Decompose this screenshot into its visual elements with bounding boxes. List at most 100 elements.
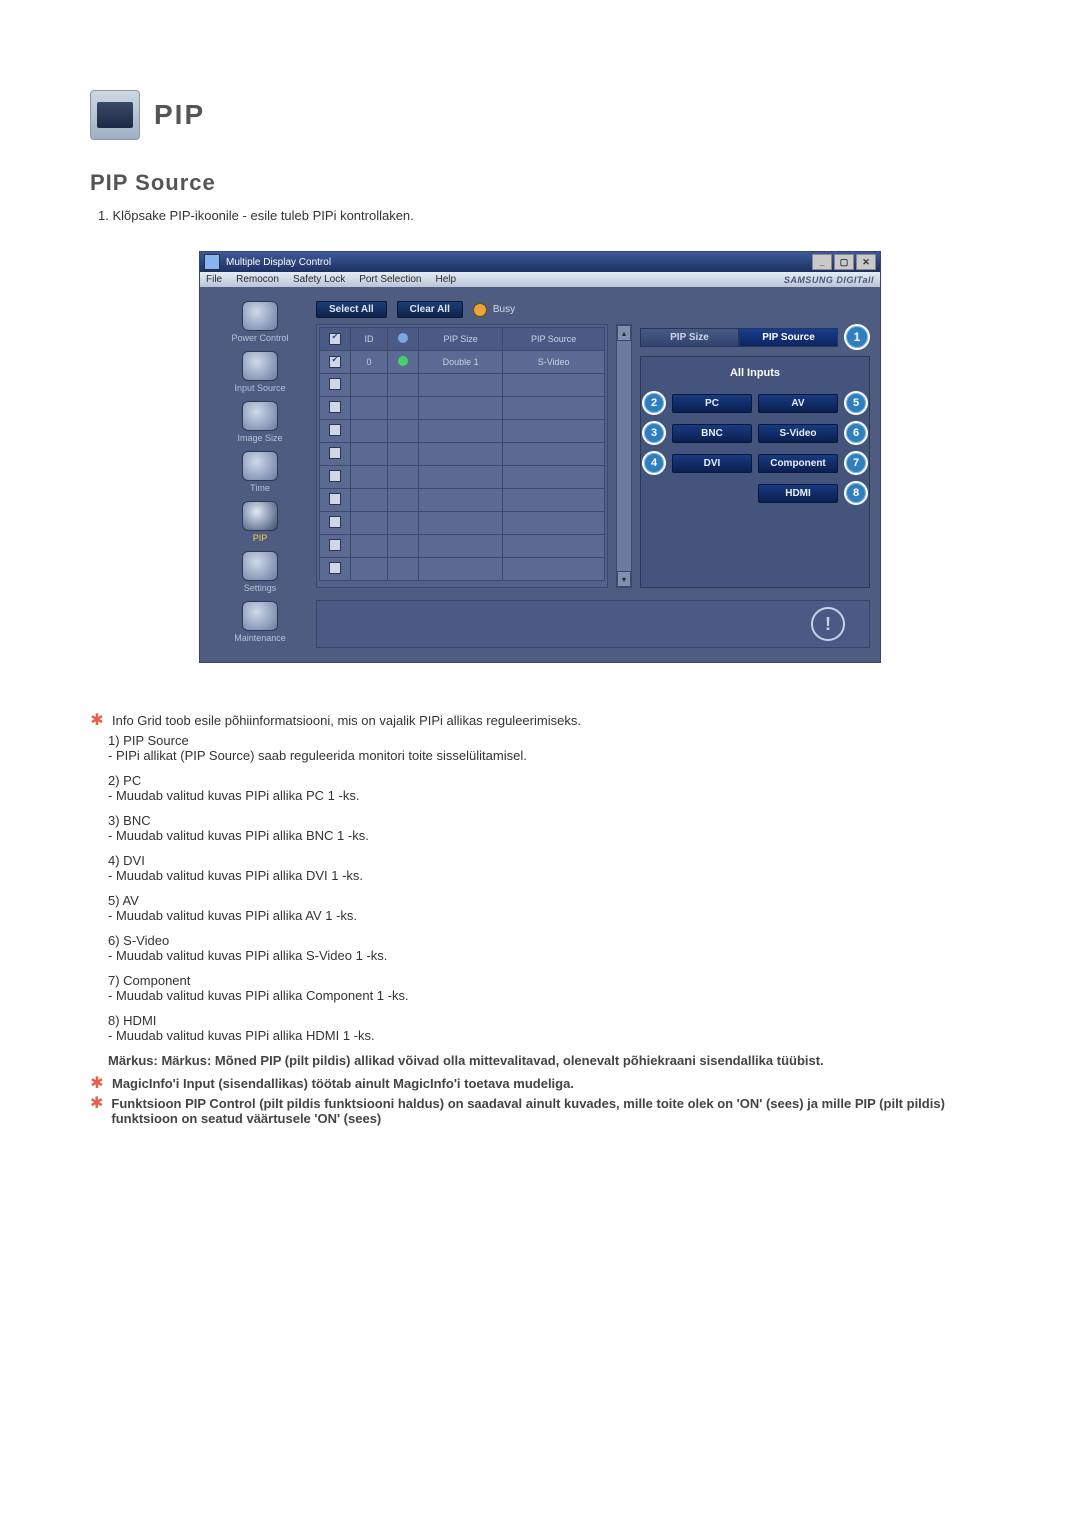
row-checkbox[interactable]	[329, 424, 341, 436]
btn-pc[interactable]: PC	[672, 394, 752, 413]
row-pip-source	[503, 420, 605, 443]
app-icon	[204, 254, 220, 270]
callout-1: 1	[844, 324, 870, 350]
row-id	[351, 466, 388, 489]
row-id	[351, 512, 388, 535]
scroll-down-button[interactable]: ▾	[617, 571, 631, 587]
note-label: 3) BNC	[108, 813, 990, 828]
sidebar-item-maintenance[interactable]: Maintenance	[234, 601, 286, 643]
note-label: 5) AV	[108, 893, 990, 908]
section-title: PIP Source	[90, 170, 990, 196]
row-pip-source	[503, 558, 605, 581]
grid-header: ID	[351, 328, 388, 351]
row-checkbox[interactable]	[329, 378, 341, 390]
table-row[interactable]	[320, 443, 605, 466]
note-label: 8) HDMI	[108, 1013, 990, 1028]
note-item: 1) PIP Source- PIPi allikat (PIP Source)…	[108, 733, 990, 763]
sidebar-icon	[242, 501, 278, 531]
row-checkbox[interactable]	[329, 356, 341, 368]
row-id	[351, 535, 388, 558]
table-row[interactable]	[320, 535, 605, 558]
sidebar-item-label: Time	[250, 483, 270, 493]
maximize-button[interactable]: ▢	[834, 254, 854, 270]
intro-text: 1. Klõpsake PIP-ikoonile - esile tuleb P…	[98, 208, 990, 223]
row-checkbox[interactable]	[329, 470, 341, 482]
note-item: 6) S-Video- Muudab valitud kuvas PIPi al…	[108, 933, 990, 963]
sidebar-item-power-control[interactable]: Power Control	[231, 301, 288, 343]
menu-port-selection[interactable]: Port Selection	[359, 274, 421, 285]
sidebar-icon	[242, 351, 278, 381]
info-grid: IDPIP SizePIP Source0Double 1S-Video	[316, 324, 608, 588]
menubar: File Remocon Safety Lock Port Selection …	[200, 272, 880, 287]
sidebar-icon	[242, 601, 278, 631]
btn-s-video[interactable]: S-Video	[758, 424, 838, 443]
sidebar-item-input-source[interactable]: Input Source	[234, 351, 285, 393]
menu-file[interactable]: File	[206, 274, 222, 285]
toolbar: Select All Clear All Busy	[316, 301, 870, 318]
row-pip-source	[503, 489, 605, 512]
page-title-row: PIP	[90, 90, 990, 140]
callout-8: 8	[844, 481, 868, 505]
window-titlebar: Multiple Display Control _ ▢ ✕	[200, 252, 880, 272]
clear-all-button[interactable]: Clear All	[397, 301, 463, 318]
menu-remocon[interactable]: Remocon	[236, 274, 279, 285]
note-desc: - Muudab valitud kuvas PIPi allika DVI 1…	[108, 868, 990, 883]
sidebar-item-time[interactable]: Time	[242, 451, 278, 493]
row-checkbox[interactable]	[329, 493, 341, 505]
sidebar-item-label: Maintenance	[234, 633, 286, 643]
table-row[interactable]	[320, 466, 605, 489]
grid-header: PIP Source	[503, 328, 605, 351]
btn-hdmi[interactable]: HDMI	[758, 484, 838, 503]
star-icon: ✱	[90, 1096, 103, 1112]
sidebar-item-label: Input Source	[234, 383, 285, 393]
table-row[interactable]: 0Double 1S-Video	[320, 351, 605, 374]
scroll-up-button[interactable]: ▴	[617, 325, 631, 341]
busy-indicator: Busy	[473, 303, 515, 317]
warning-icon: !	[811, 607, 845, 641]
page-title: PIP	[154, 99, 205, 131]
grid-scrollbar[interactable]: ▴ ▾	[616, 324, 632, 588]
table-row[interactable]	[320, 558, 605, 581]
close-button[interactable]: ✕	[856, 254, 876, 270]
row-checkbox[interactable]	[329, 539, 341, 551]
menu-help[interactable]: Help	[435, 274, 456, 285]
tab-pip-source[interactable]: PIP Source	[739, 328, 838, 347]
btn-dvi[interactable]: DVI	[672, 454, 752, 473]
remark-text: Märkus: Märkus: Mõned PIP (pilt pildis) …	[108, 1053, 990, 1068]
btn-component[interactable]: Component	[758, 454, 838, 473]
tab-pip-size[interactable]: PIP Size	[640, 328, 739, 347]
row-checkbox[interactable]	[329, 401, 341, 413]
sidebar-icon	[242, 451, 278, 481]
status-led	[398, 356, 408, 366]
note-item: 7) Component- Muudab valitud kuvas PIPi …	[108, 973, 990, 1003]
note-item: 5) AV- Muudab valitud kuvas PIPi allika …	[108, 893, 990, 923]
note-desc: - Muudab valitud kuvas PIPi allika HDMI …	[108, 1028, 990, 1043]
table-row[interactable]	[320, 420, 605, 443]
note-desc: - Muudab valitud kuvas PIPi allika S-Vid…	[108, 948, 990, 963]
table-row[interactable]	[320, 512, 605, 535]
btn-av[interactable]: AV	[758, 394, 838, 413]
sidebar-item-image-size[interactable]: Image Size	[237, 401, 282, 443]
row-checkbox[interactable]	[329, 516, 341, 528]
notes-section: ✱ Info Grid toob esile põhiinformatsioon…	[90, 713, 990, 1126]
footer-bar: !	[316, 600, 870, 648]
minimize-button[interactable]: _	[812, 254, 832, 270]
table-row[interactable]	[320, 397, 605, 420]
table-row[interactable]	[320, 489, 605, 512]
row-pip-size	[419, 512, 503, 535]
sidebar-item-settings[interactable]: Settings	[242, 551, 278, 593]
sidebar-item-label: Image Size	[237, 433, 282, 443]
btn-bnc[interactable]: BNC	[672, 424, 752, 443]
busy-label: Busy	[493, 304, 515, 315]
table-row[interactable]	[320, 374, 605, 397]
star-icon: ✱	[90, 713, 104, 729]
row-checkbox[interactable]	[329, 447, 341, 459]
row-checkbox[interactable]	[329, 562, 341, 574]
row-id	[351, 443, 388, 466]
select-all-button[interactable]: Select All	[316, 301, 387, 318]
menu-safety-lock[interactable]: Safety Lock	[293, 274, 345, 285]
sidebar-item-pip[interactable]: PIP	[242, 501, 278, 543]
note-label: 2) PC	[108, 773, 990, 788]
note-desc: - Muudab valitud kuvas PIPi allika BNC 1…	[108, 828, 990, 843]
row-pip-size	[419, 374, 503, 397]
